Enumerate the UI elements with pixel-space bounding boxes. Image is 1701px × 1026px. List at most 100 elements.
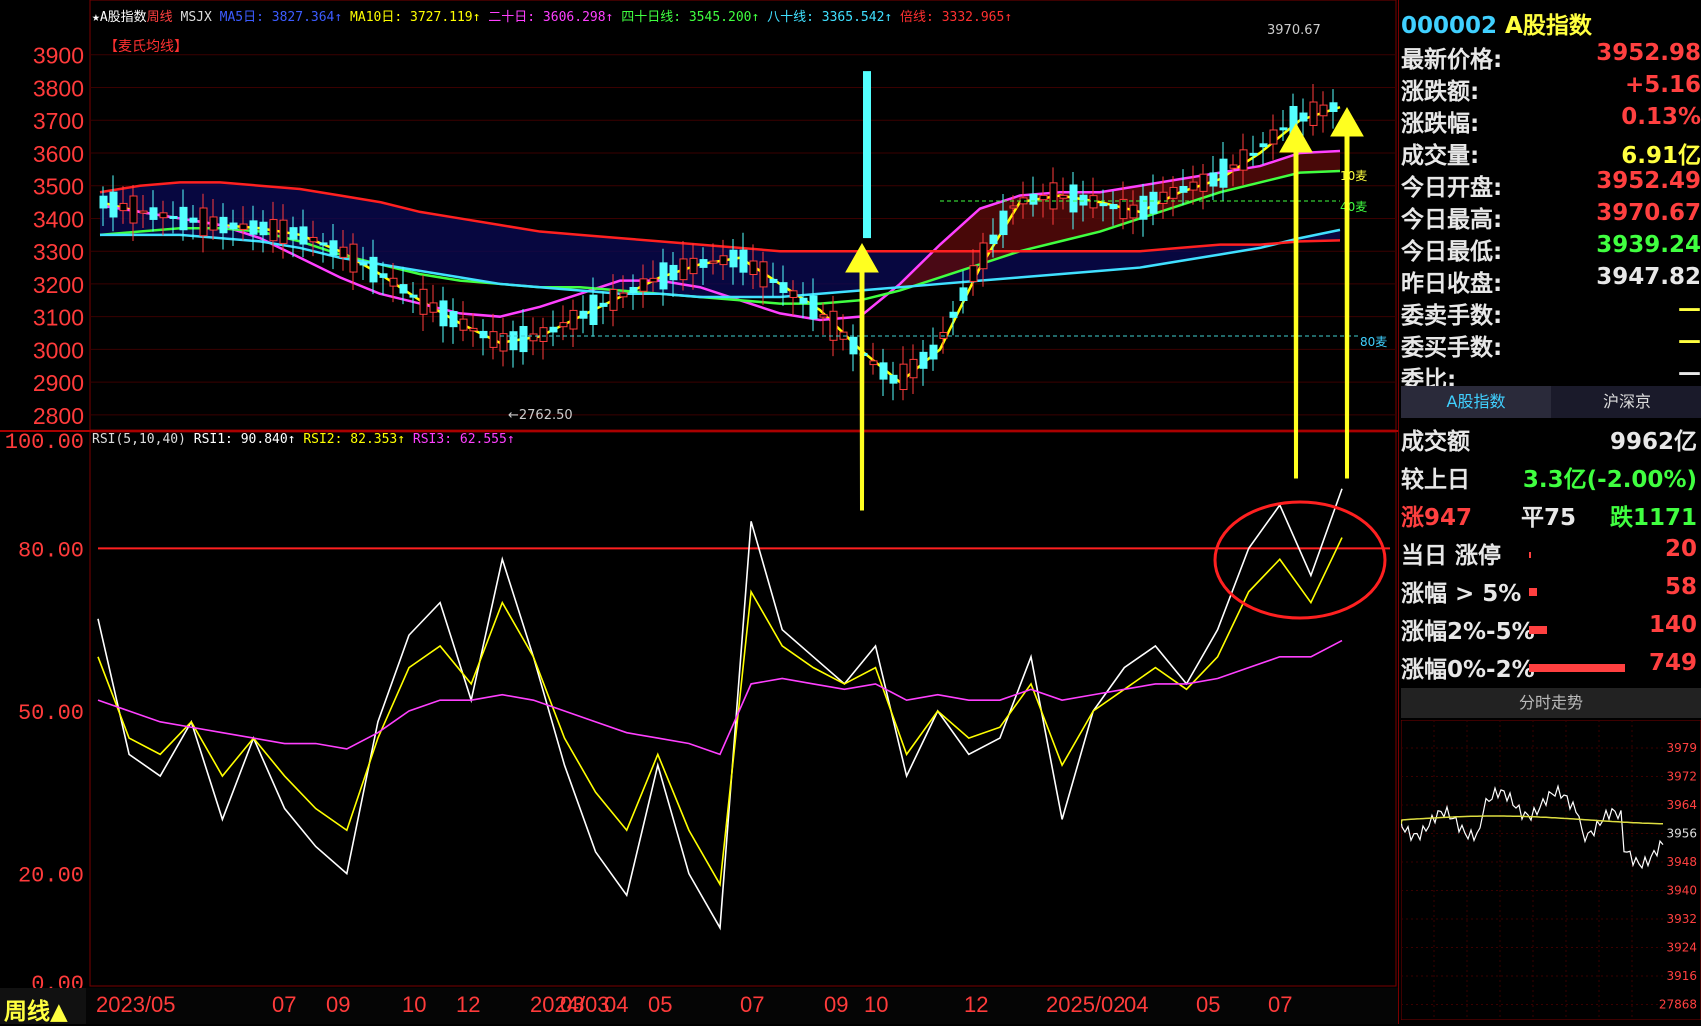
candle-body <box>469 327 478 332</box>
time-tick-label: 12 <box>964 992 989 1017</box>
quote-row: 今日最高: 3970.67 <box>1401 200 1701 233</box>
price-tick-label: 3800 <box>33 75 84 101</box>
candle-body <box>1159 191 1168 204</box>
chart-canvas[interactable]: 3900 3800 3700 3600 3500 3400 3300 3200 3100 3000… <box>0 0 1398 1024</box>
candle-body <box>1209 172 1218 187</box>
candle-body <box>819 314 828 318</box>
tab-hushenjing[interactable]: 沪深京 <box>1553 386 1701 418</box>
candle-body <box>139 210 148 214</box>
quote-label: 今日开盘: <box>1401 175 1503 201</box>
price-tick-label: 3400 <box>33 206 84 232</box>
rsi-name: RSI(5,10,40) <box>92 432 186 447</box>
r25-value: 140 <box>1648 612 1697 638</box>
candle-spike <box>863 71 871 239</box>
quote-row: 委卖手数: — <box>1401 296 1701 329</box>
candle-body <box>179 206 188 231</box>
kline-chart-area[interactable]: 3900 3800 3700 3600 3500 3400 3300 3200 3100 3000… <box>0 0 1398 1025</box>
price-tick-label: 3700 <box>33 108 84 134</box>
period-switch-label: 周线▲ <box>4 999 68 1025</box>
candle-body <box>279 219 288 244</box>
candle-body <box>299 226 308 245</box>
index-title: A股指数 <box>1505 13 1592 39</box>
price-tick-label: 3100 <box>33 305 84 331</box>
intraday-chart[interactable]: 3979 3972 3964 3956 3948 3940 3932 3924 3916 2786… <box>1401 720 1701 1020</box>
candle-body <box>739 249 748 273</box>
candle-body <box>359 262 368 266</box>
candle-body <box>589 294 598 325</box>
turnover-row: 成交额 9962亿 <box>1401 422 1701 458</box>
time-axis: 周线▲ 2023/05 07 09 10 12 2024/03 03 04 05 07 09 10 12… <box>0 988 1398 1025</box>
panel-tabs: A股指数 沪深京 <box>1401 386 1701 418</box>
candle-body <box>319 242 328 246</box>
intraday-tick-label: 27868 <box>1659 998 1697 1012</box>
rsi-panel-frame <box>89 431 1397 987</box>
candle-body <box>419 288 428 315</box>
candle-body <box>389 277 398 287</box>
limit-up-bar <box>1529 552 1531 558</box>
candle-body <box>369 256 378 283</box>
candle-body <box>449 311 458 328</box>
candle-body <box>669 264 678 281</box>
candle-body <box>129 195 138 224</box>
quote-value: 6.91亿 <box>1621 143 1701 169</box>
candle-body <box>1079 194 1088 206</box>
candle-body <box>579 310 588 319</box>
quote-row: 今日开盘: 3952.49 <box>1401 168 1701 201</box>
period-switch-button[interactable]: 周线▲ <box>0 988 86 1025</box>
candle-body <box>749 260 758 276</box>
candle-body <box>1259 143 1268 148</box>
candle-body <box>969 265 978 282</box>
candle-body <box>689 257 698 275</box>
index-code: 000002 <box>1401 13 1498 39</box>
candle-body <box>929 344 938 360</box>
intraday-tick-label: 3956 <box>1666 827 1697 841</box>
ref-tag-10: 10麦 <box>1340 169 1367 183</box>
candle-body <box>399 284 408 294</box>
ma20-legend: 二十日: 3606.298↑ <box>488 10 614 25</box>
quote-row: 今日最低: 3939.24 <box>1401 232 1701 265</box>
ref-tag-80: 80麦 <box>1360 335 1387 349</box>
turnover-label: 成交额 <box>1401 429 1470 455</box>
candle-body <box>1239 149 1248 171</box>
candle-body <box>249 220 258 235</box>
time-tick-label: 2025/02 <box>1046 992 1126 1017</box>
candle-body <box>519 325 528 353</box>
candle-body <box>889 374 898 384</box>
tab-a-share-index[interactable]: A股指数 <box>1401 386 1551 418</box>
candle-body <box>229 222 238 230</box>
quote-title: 000002 A股指数 <box>1401 6 1592 40</box>
candle-body <box>1269 129 1278 145</box>
candle-body <box>559 322 568 328</box>
rsi-line-RSI3 <box>97 639 1343 756</box>
candle-body <box>779 282 788 293</box>
candle-body <box>1069 184 1078 213</box>
candle-body <box>769 278 778 283</box>
price-tick-label: 3600 <box>33 141 84 167</box>
candle-body <box>609 288 618 311</box>
r25-row: 涨幅2%-5% 140 <box>1401 612 1701 648</box>
candle-body <box>159 212 168 219</box>
candle-body <box>1309 101 1318 126</box>
down-count: 跌1171 <box>1609 505 1697 531</box>
intraday-title[interactable]: 分时走势 <box>1401 688 1701 718</box>
time-tick-label: 07 <box>740 992 765 1017</box>
intraday-tick-label: 3964 <box>1666 798 1697 812</box>
r25-bar <box>1529 626 1547 634</box>
flat-count: 平75 <box>1521 505 1577 531</box>
quote-value: +5.16 <box>1624 72 1701 98</box>
time-tick-label: 04 <box>604 992 629 1017</box>
candle-body <box>719 255 728 266</box>
candle-body <box>409 294 418 298</box>
candle-body <box>1149 191 1158 214</box>
candle-body <box>799 297 808 304</box>
candle-body <box>349 243 358 273</box>
candle-body <box>289 227 298 240</box>
r02-row: 涨幅0%-2% 749 <box>1401 650 1701 686</box>
candle-body <box>329 240 338 256</box>
candle-body <box>1129 204 1138 219</box>
double-ma-legend: 倍线: 3332.965↑ <box>900 10 1013 25</box>
time-tick-label: 07 <box>272 992 297 1017</box>
candle-body <box>539 327 548 342</box>
candle-body <box>119 202 128 212</box>
candle-body <box>899 363 908 391</box>
